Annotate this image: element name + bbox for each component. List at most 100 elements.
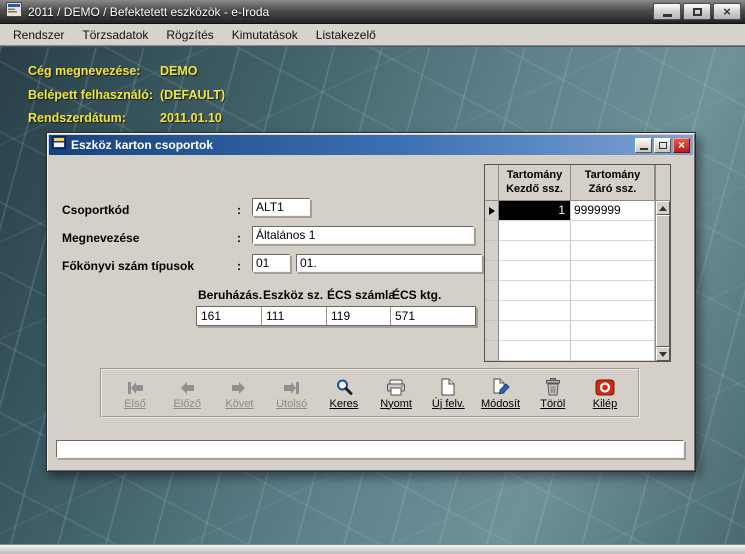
- modify-label: Módosít: [481, 398, 520, 410]
- kezdo-cell[interactable]: [499, 301, 571, 321]
- menu-rogzites[interactable]: Rögzítés: [157, 25, 222, 45]
- menu-listakezelo[interactable]: Listakezelő: [307, 25, 385, 45]
- first-button[interactable]: Első: [110, 371, 160, 415]
- csoportkod-colon: :: [237, 203, 241, 217]
- app-icon[interactable]: [6, 2, 22, 22]
- dialog-close-button[interactable]: ×: [673, 138, 690, 153]
- fokonyvi-name-input[interactable]: [296, 254, 482, 272]
- minimize-icon: [663, 14, 672, 17]
- dialog-minimize-button[interactable]: [635, 138, 652, 153]
- scrollbar-up-button[interactable]: [656, 201, 670, 215]
- table-row-empty[interactable]: [485, 281, 655, 301]
- kezdo-cell[interactable]: [499, 261, 571, 281]
- scroll-up-icon: [659, 206, 667, 211]
- row-marker-cell: [485, 221, 499, 241]
- new-record-button[interactable]: Új felv.: [423, 371, 473, 415]
- table-row-empty[interactable]: [485, 301, 655, 321]
- csoportkod-input[interactable]: [252, 198, 310, 216]
- window-controls: ×: [653, 3, 741, 20]
- acct-value-ecs-szamla[interactable]: 119: [327, 307, 391, 325]
- maximize-button[interactable]: [683, 3, 711, 20]
- next-button[interactable]: Követ: [214, 371, 264, 415]
- kezdo-cell[interactable]: [499, 281, 571, 301]
- menu-torzsadatok[interactable]: Törzsadatok: [73, 25, 157, 45]
- scrollbar-down-button[interactable]: [656, 347, 670, 361]
- edit-icon: [492, 377, 510, 396]
- minimize-button[interactable]: [653, 3, 681, 20]
- menu-rendszer[interactable]: Rendszer: [4, 25, 73, 45]
- row-marker-cell: [485, 321, 499, 341]
- row-marker-cell: [485, 301, 499, 321]
- row-marker-cell: [485, 261, 499, 281]
- dialog-titlebar[interactable]: Eszköz karton csoportok ×: [49, 135, 693, 155]
- delete-label: Töröl: [540, 398, 565, 410]
- zaro-header-line1: Tartomány: [571, 168, 654, 182]
- exit-button[interactable]: Kilép: [580, 371, 630, 415]
- window-titlebar: 2011 / DEMO / Befektetett eszközök - e-I…: [0, 0, 745, 24]
- account-values-group: 161 111 119 571: [196, 306, 476, 326]
- kezdo-cell[interactable]: [499, 341, 571, 361]
- zaro-cell[interactable]: [571, 261, 655, 281]
- close-button[interactable]: ×: [713, 3, 741, 20]
- last-button[interactable]: Utolsó: [267, 371, 317, 415]
- row-marker-cell: [485, 281, 499, 301]
- dialog-title: Eszköz karton csoportok: [71, 138, 633, 152]
- asset-groups-dialog: Eszköz karton csoportok × Csoportkód : M…: [46, 132, 696, 472]
- table-row-empty[interactable]: [485, 261, 655, 281]
- acct-header-beruhazas: Beruházás.: [198, 288, 262, 302]
- marker-column-header: [485, 165, 499, 201]
- row-marker-cell: [485, 241, 499, 261]
- dialog-minimize-icon: [640, 148, 648, 150]
- table-row-empty[interactable]: [485, 321, 655, 341]
- system-date-row: Rendszerdátum: 2011.01.10: [0, 111, 560, 129]
- range-grid-header: Tartomány Kezdő ssz. Tartomány Záró ssz.: [485, 165, 655, 201]
- kezdo-cell[interactable]: [499, 221, 571, 241]
- zaro-cell[interactable]: [571, 221, 655, 241]
- delete-button[interactable]: Töröl: [528, 371, 578, 415]
- maximize-icon: [693, 8, 702, 16]
- zaro-cell[interactable]: [571, 321, 655, 341]
- acct-header-ecs-ktg: ÉCS ktg.: [392, 288, 441, 302]
- acct-value-eszkoz[interactable]: 111: [262, 307, 327, 325]
- table-row-selected[interactable]: 1 9999999: [485, 201, 655, 221]
- zaro-cell[interactable]: [571, 241, 655, 261]
- row-marker-cell: [485, 201, 499, 221]
- range-grid: Tartomány Kezdő ssz. Tartomány Záró ssz.…: [484, 164, 671, 362]
- fokonyvi-code-input[interactable]: [252, 254, 290, 272]
- zaro-cell[interactable]: [571, 281, 655, 301]
- zaro-cell[interactable]: [571, 301, 655, 321]
- search-button[interactable]: Keres: [319, 371, 369, 415]
- table-row-empty[interactable]: [485, 241, 655, 261]
- dialog-maximize-button[interactable]: [654, 138, 671, 153]
- kezdo-cell[interactable]: [499, 321, 571, 341]
- print-icon: [386, 377, 406, 396]
- table-row-empty[interactable]: [485, 221, 655, 241]
- status-input[interactable]: [56, 440, 684, 458]
- menu-kimutatasok[interactable]: Kimutatások: [223, 25, 307, 45]
- exit-label: Kilép: [593, 398, 617, 410]
- company-row: Cég megnevezése: DEMO: [0, 64, 560, 82]
- megnevezese-colon: :: [237, 231, 241, 245]
- kezdo-cell[interactable]: [499, 241, 571, 261]
- previous-icon: [177, 377, 197, 396]
- scrollbar-thumb[interactable]: [656, 215, 670, 347]
- range-grid-columns: Tartomány Kezdő ssz. Tartomány Záró ssz.…: [485, 165, 655, 361]
- dialog-toolbar: Első Előző Követ Utolsó Keres: [100, 368, 640, 418]
- next-label: Követ: [225, 398, 253, 410]
- user-label: Belépett felhasználó:: [28, 88, 153, 102]
- acct-value-ecs-ktg[interactable]: 571: [391, 307, 475, 325]
- table-row-empty[interactable]: [485, 341, 655, 361]
- megnevezese-input[interactable]: [252, 226, 474, 244]
- zaro-cell[interactable]: [571, 341, 655, 361]
- print-button[interactable]: Nyomt: [371, 371, 421, 415]
- kezdo-cell[interactable]: 1: [499, 201, 571, 221]
- acct-value-beruhazas[interactable]: 161: [197, 307, 262, 325]
- last-icon: [282, 377, 302, 396]
- app-window: 2011 / DEMO / Befektetett eszközök - e-I…: [0, 0, 745, 554]
- search-label: Keres: [330, 398, 359, 410]
- modify-button[interactable]: Módosít: [476, 371, 526, 415]
- kezdo-header-line2: Kezdő ssz.: [499, 182, 570, 196]
- zaro-cell[interactable]: 9999999: [571, 201, 655, 221]
- previous-button[interactable]: Előző: [162, 371, 212, 415]
- window-title: 2011 / DEMO / Befektetett eszközök - e-I…: [28, 5, 269, 19]
